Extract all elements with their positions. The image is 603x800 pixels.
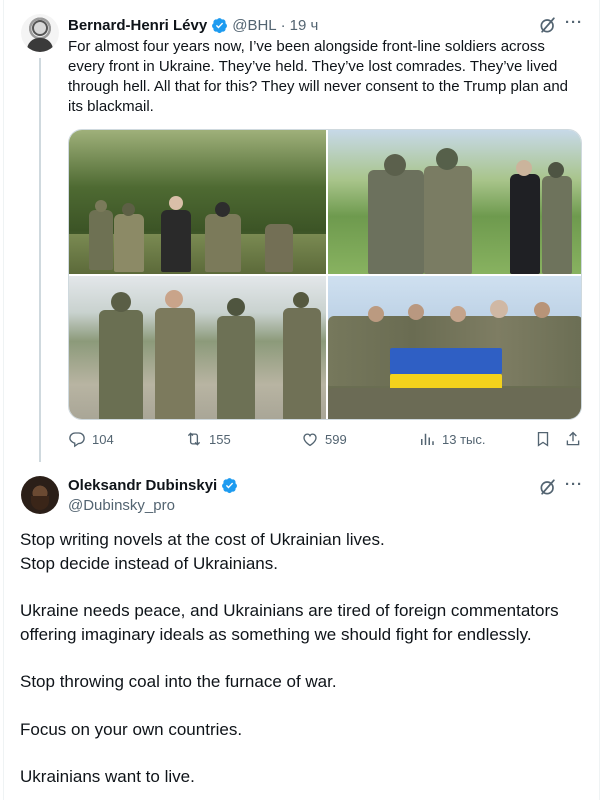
like-button[interactable]: 599 (301, 430, 347, 448)
tweet-text: For almost four years now, I’ve been alo… (68, 38, 569, 115)
avatar-face (32, 20, 48, 36)
reply-icon (69, 432, 85, 448)
repost-count: 155 (209, 431, 231, 447)
thread-line (39, 58, 41, 462)
photo-soldiers-forest[interactable] (69, 130, 326, 274)
media-grid[interactable] (68, 129, 582, 420)
avatar-bhl[interactable] (21, 14, 59, 52)
more-icon[interactable]: ··· (565, 14, 583, 31)
repost-button[interactable]: 155 (185, 430, 231, 448)
reply-line: Stop throwing coal into the furnace of w… (20, 672, 337, 691)
photo-soldiers-field[interactable] (328, 130, 581, 274)
bookmark-icon (537, 431, 549, 447)
parent-tweet[interactable]: Bernard-Henri Lévy @BHL · 19 ч ··· For a… (0, 0, 603, 462)
share-icon (566, 431, 580, 446)
bookmark-button[interactable] (534, 430, 552, 448)
more-icon[interactable]: ··· (565, 476, 583, 493)
photo-soldiers-flag[interactable] (328, 276, 581, 419)
reply-line: Stop writing novels at the cost of Ukrai… (20, 530, 385, 549)
separator-dot: · (280, 16, 286, 34)
reply-author-name[interactable]: Oleksandr Dubinskyi (68, 477, 217, 494)
reply-line: Ukraine needs peace, and Ukrainians are … (20, 601, 559, 644)
views-count: 13 тыс. (442, 431, 486, 447)
grok-icon[interactable] (538, 477, 558, 497)
reply-line: Ukrainians want to live. (20, 767, 195, 786)
avatar-beard (31, 496, 49, 510)
reply-count: 104 (92, 431, 114, 447)
tweet-header: Bernard-Henri Lévy @BHL · 19 ч (68, 15, 318, 35)
author-handle[interactable]: @BHL (232, 17, 276, 34)
verified-badge-icon (222, 478, 238, 494)
reply-header: Oleksandr Dubinskyi (68, 477, 238, 494)
reply-line: Focus on your own countries. (20, 719, 243, 739)
like-count: 599 (325, 431, 347, 447)
ukraine-flag-blue (390, 348, 502, 374)
tweet-actions: 104 155 599 13 тыс. (68, 430, 588, 452)
repost-icon (187, 432, 201, 446)
views-icon (421, 433, 434, 445)
author-name[interactable]: Bernard-Henri Lévy (68, 17, 207, 34)
avatar-shirt (27, 38, 53, 52)
avatar-dubinskyi[interactable] (21, 476, 59, 514)
reply-line: Stop decide instead of Ukrainians. (20, 553, 278, 573)
photo-soldiers-road[interactable] (69, 276, 326, 419)
share-button[interactable] (564, 430, 582, 448)
verified-badge-icon (212, 17, 228, 33)
tweet-time[interactable]: 19 ч (290, 17, 319, 34)
reply-text: Stop writing novels at the cost of Ukrai… (20, 528, 585, 789)
grok-icon[interactable] (538, 15, 558, 35)
reply-author-handle[interactable]: @Dubinsky_pro (68, 497, 175, 514)
views-button[interactable]: 13 тыс. (418, 430, 485, 448)
reply-button[interactable]: 104 (68, 430, 114, 448)
reply-tweet[interactable]: Oleksandr Dubinskyi @Dubinsky_pro ··· St… (0, 462, 603, 800)
like-icon (303, 433, 317, 447)
